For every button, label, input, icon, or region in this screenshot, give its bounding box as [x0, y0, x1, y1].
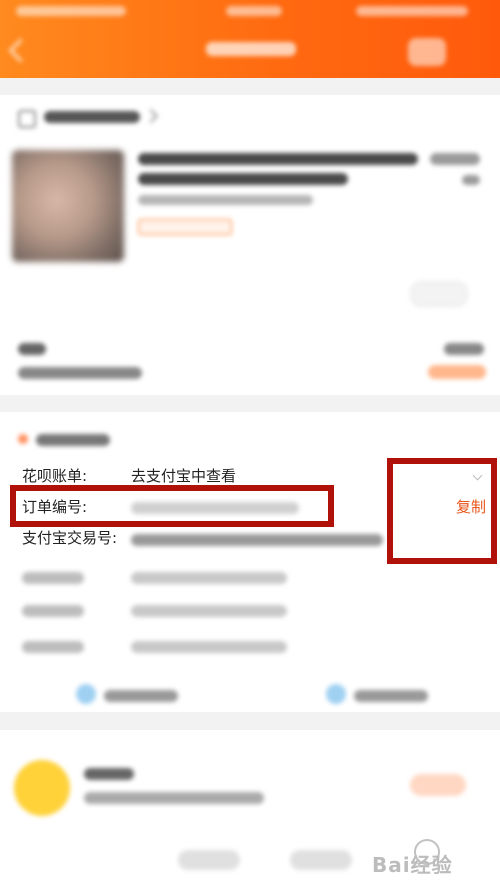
ship-time-label — [22, 641, 84, 653]
footer-button-2[interactable] — [290, 850, 352, 870]
back-arrow-icon[interactable] — [8, 38, 33, 63]
product-quantity — [462, 175, 480, 185]
watermark: Bai经验 — [372, 853, 453, 877]
shop-icon — [18, 110, 36, 128]
create-time-value — [131, 572, 287, 584]
product-title-line2 — [138, 173, 348, 185]
refund-button[interactable] — [410, 281, 468, 307]
status-bar-carrier — [16, 6, 126, 16]
shop-name — [44, 111, 140, 123]
highlight-order-number — [10, 485, 334, 527]
promo-button[interactable] — [410, 774, 466, 796]
ship-time-value — [131, 641, 287, 653]
shipping-label — [18, 343, 46, 355]
order-product-card — [0, 95, 500, 395]
status-bar-time — [226, 6, 282, 16]
chevron-right-icon — [143, 108, 159, 124]
order-info-title — [36, 434, 110, 446]
highlight-copy-button — [387, 458, 497, 564]
huabei-label: 花呗账单: — [22, 467, 88, 485]
alipay-trade-value — [131, 534, 383, 546]
product-price — [430, 153, 480, 165]
status-bar-battery — [356, 6, 468, 16]
page-title — [206, 42, 296, 56]
footer-button-1[interactable] — [178, 850, 240, 870]
shipping-value — [444, 343, 484, 355]
pay-time-label — [22, 605, 84, 617]
alipay-trade-label: 支付宝交易号: — [22, 529, 118, 547]
call-seller-icon[interactable] — [326, 684, 346, 704]
product-image[interactable] — [12, 150, 124, 262]
pay-time-value — [131, 605, 287, 617]
chat-seller-link[interactable] — [104, 690, 178, 702]
paid-label — [18, 367, 142, 379]
huabei-value-link[interactable]: 去支付宝中查看 — [131, 467, 236, 485]
product-tag — [138, 219, 232, 235]
create-time-label — [22, 572, 84, 584]
product-title[interactable] — [138, 153, 418, 165]
promo-badge-icon — [14, 760, 70, 816]
promo-subtitle — [84, 792, 264, 804]
call-seller-link[interactable] — [354, 690, 428, 702]
top-bar — [0, 0, 500, 78]
chat-seller-icon[interactable] — [76, 684, 96, 704]
more-menu-icon[interactable] — [408, 38, 446, 66]
product-spec — [138, 195, 313, 205]
info-icon — [18, 434, 28, 444]
promo-title — [84, 768, 134, 780]
paid-amount — [428, 365, 486, 379]
